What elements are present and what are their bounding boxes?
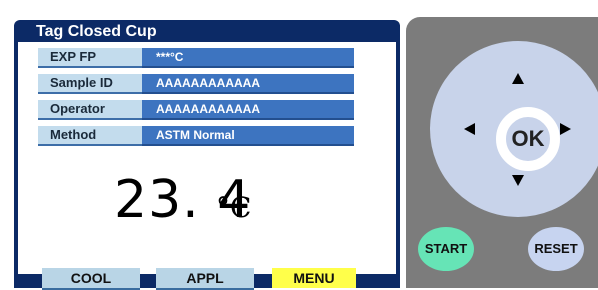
reset-button[interactable]: RESET [528, 227, 584, 271]
arrow-left-icon[interactable] [464, 123, 475, 135]
sample-id-label: Sample ID [38, 74, 150, 94]
cool-button[interactable]: COOL [42, 268, 140, 290]
arrow-down-icon[interactable] [512, 175, 524, 186]
control-panel: OK START RESET [406, 17, 598, 288]
method-label: Method [38, 126, 150, 146]
display-screen: Tag Closed Cup EXP FP ***°C Sample ID AA… [14, 20, 400, 290]
appl-button[interactable]: APPL [156, 268, 254, 290]
operator-label: Operator [38, 100, 150, 120]
exp-fp-label: EXP FP [38, 48, 150, 68]
screen-content: EXP FP ***°C Sample ID AAAAAAAAAAAA Oper… [18, 42, 396, 290]
arrow-right-icon[interactable] [560, 123, 571, 135]
screen-title: Tag Closed Cup [36, 23, 157, 40]
operator-value[interactable]: AAAAAAAAAAAA [142, 100, 354, 120]
sample-id-value[interactable]: AAAAAAAAAAAA [142, 74, 354, 94]
temperature-unit: °C [216, 191, 252, 224]
start-button[interactable]: START [418, 227, 474, 271]
ok-button[interactable]: OK [496, 107, 560, 171]
menu-button[interactable]: MENU [272, 268, 356, 288]
exp-fp-value[interactable]: ***°C [142, 48, 354, 68]
direction-pad: OK [430, 41, 598, 217]
arrow-up-icon[interactable] [512, 73, 524, 84]
method-value[interactable]: ASTM Normal [142, 126, 354, 146]
